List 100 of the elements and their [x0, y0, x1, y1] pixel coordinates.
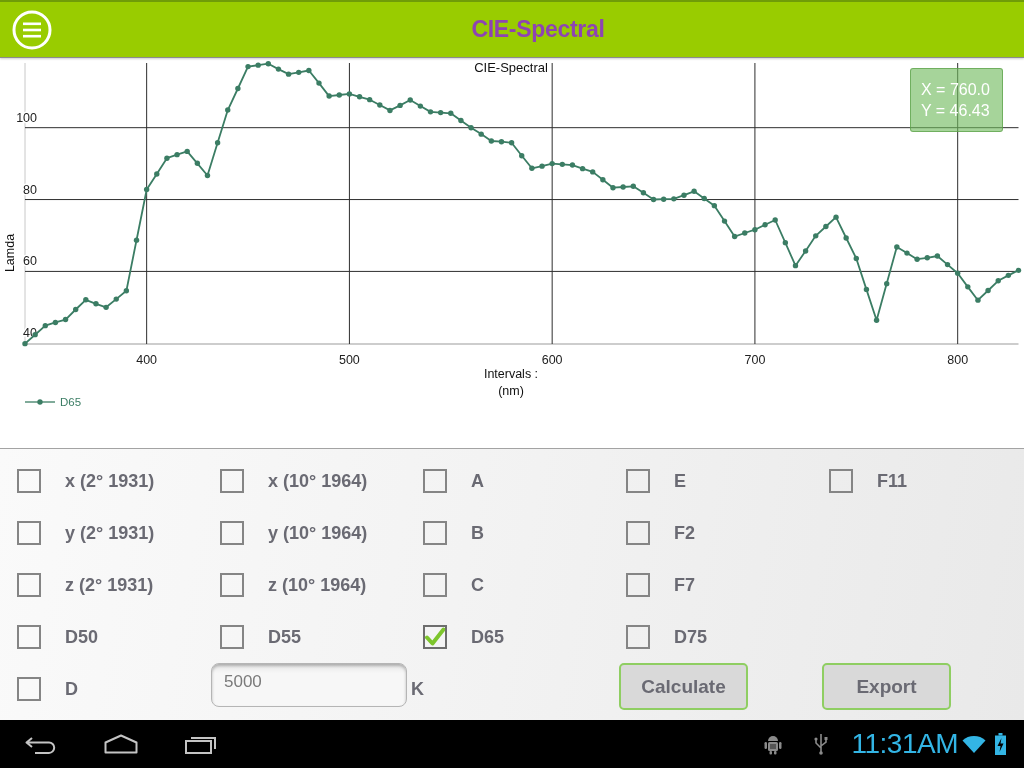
- data-point: [863, 286, 870, 293]
- data-point: [508, 140, 515, 146]
- checkbox[interactable]: [17, 469, 41, 493]
- data-point: [894, 244, 900, 250]
- checkbox-label: y (2° 1931): [65, 522, 155, 544]
- data-point: [884, 280, 890, 287]
- data-point: [164, 155, 170, 161]
- data-point: [306, 67, 312, 74]
- data-point: [448, 110, 454, 116]
- data-point: [316, 80, 322, 86]
- data-point: [661, 196, 667, 202]
- data-point: [42, 322, 48, 329]
- data-point: [650, 196, 657, 203]
- unit-label: K: [411, 678, 424, 700]
- data-point: [346, 91, 353, 97]
- data-point: [721, 218, 728, 224]
- y-tick-label: 80: [23, 182, 37, 197]
- data-point: [752, 227, 758, 233]
- checkbox-label: y (10° 1964): [268, 522, 368, 544]
- checkbox-label: D65: [471, 626, 505, 648]
- checkbox[interactable]: [220, 625, 244, 649]
- data-point: [934, 253, 941, 259]
- data-point: [204, 172, 211, 179]
- data-point: [813, 233, 819, 239]
- data-point: [326, 93, 332, 99]
- data-point: [792, 262, 799, 269]
- data-point: [407, 97, 413, 103]
- checkbox[interactable]: [17, 521, 41, 545]
- x-tick-label: 600: [541, 353, 563, 367]
- data-point: [843, 235, 849, 241]
- back-icon[interactable]: [24, 734, 58, 754]
- checkmark-icon: [425, 627, 445, 647]
- checkbox[interactable]: [626, 469, 650, 493]
- data-point: [52, 319, 59, 326]
- data-point: [1005, 272, 1012, 279]
- data-point: [133, 237, 140, 243]
- data-point: [356, 94, 363, 100]
- data-point: [32, 331, 38, 338]
- export-button[interactable]: Export: [822, 663, 951, 710]
- battery-charging-icon: [995, 733, 1006, 755]
- temperature-field[interactable]: 5000: [211, 663, 407, 707]
- data-point: [995, 278, 1001, 284]
- data-point: [255, 62, 261, 68]
- menu-icon[interactable]: [12, 9, 52, 50]
- legend-marker-icon: [24, 399, 56, 405]
- data-point: [113, 296, 119, 302]
- checkbox[interactable]: [626, 573, 650, 597]
- clock-time: 11:31AM: [851, 728, 958, 760]
- checkbox[interactable]: [423, 625, 447, 649]
- y-tick-label: 100: [16, 110, 37, 125]
- data-point: [590, 169, 596, 175]
- checkbox-label: F7: [674, 574, 695, 596]
- data-point: [914, 256, 920, 262]
- checkbox[interactable]: [423, 521, 447, 545]
- data-point: [296, 69, 302, 76]
- y-tick-label: 60: [23, 254, 37, 269]
- recent-apps-icon[interactable]: [184, 734, 218, 754]
- home-icon[interactable]: [104, 734, 138, 754]
- calculate-button[interactable]: Calculate: [619, 663, 748, 710]
- data-point: [387, 107, 393, 114]
- data-point: [630, 183, 636, 189]
- usb-icon: [813, 733, 828, 755]
- data-point: [762, 222, 768, 228]
- checkbox[interactable]: [17, 677, 41, 701]
- data-point: [873, 317, 880, 323]
- checkbox[interactable]: [626, 521, 650, 545]
- checkbox[interactable]: [220, 573, 244, 597]
- wifi-icon: [962, 734, 986, 754]
- checkbox[interactable]: [220, 521, 244, 545]
- checkbox-label: z (10° 1964): [268, 574, 367, 596]
- data-point: [194, 160, 201, 166]
- data-point: [83, 297, 89, 303]
- checkbox[interactable]: [423, 573, 447, 597]
- checkbox[interactable]: [17, 573, 41, 597]
- data-point: [681, 192, 687, 198]
- y-axis-label: Lamda: [3, 233, 17, 273]
- data-point: [427, 109, 434, 115]
- data-point: [975, 297, 981, 303]
- checkbox[interactable]: [423, 469, 447, 493]
- data-point: [833, 214, 839, 220]
- checkbox-label: D75: [674, 626, 708, 648]
- checkbox-label: A: [471, 470, 484, 492]
- data-point: [184, 148, 190, 155]
- checkbox[interactable]: [626, 625, 650, 649]
- data-point: [214, 140, 221, 146]
- checkbox[interactable]: [17, 625, 41, 649]
- legend-label: D65: [60, 396, 82, 408]
- data-point: [924, 255, 930, 261]
- data-point: [742, 230, 748, 236]
- checkbox-label: F11: [877, 470, 908, 492]
- checkbox-label: x (10° 1964): [268, 470, 368, 492]
- data-point: [123, 288, 130, 294]
- app-title: CIE-Spectral: [471, 16, 605, 42]
- data-point: [519, 153, 525, 159]
- data-point: [397, 102, 403, 109]
- data-point: [154, 171, 160, 177]
- data-point: [275, 66, 282, 72]
- data-point: [22, 340, 28, 347]
- checkbox[interactable]: [829, 469, 853, 493]
- checkbox[interactable]: [220, 469, 244, 493]
